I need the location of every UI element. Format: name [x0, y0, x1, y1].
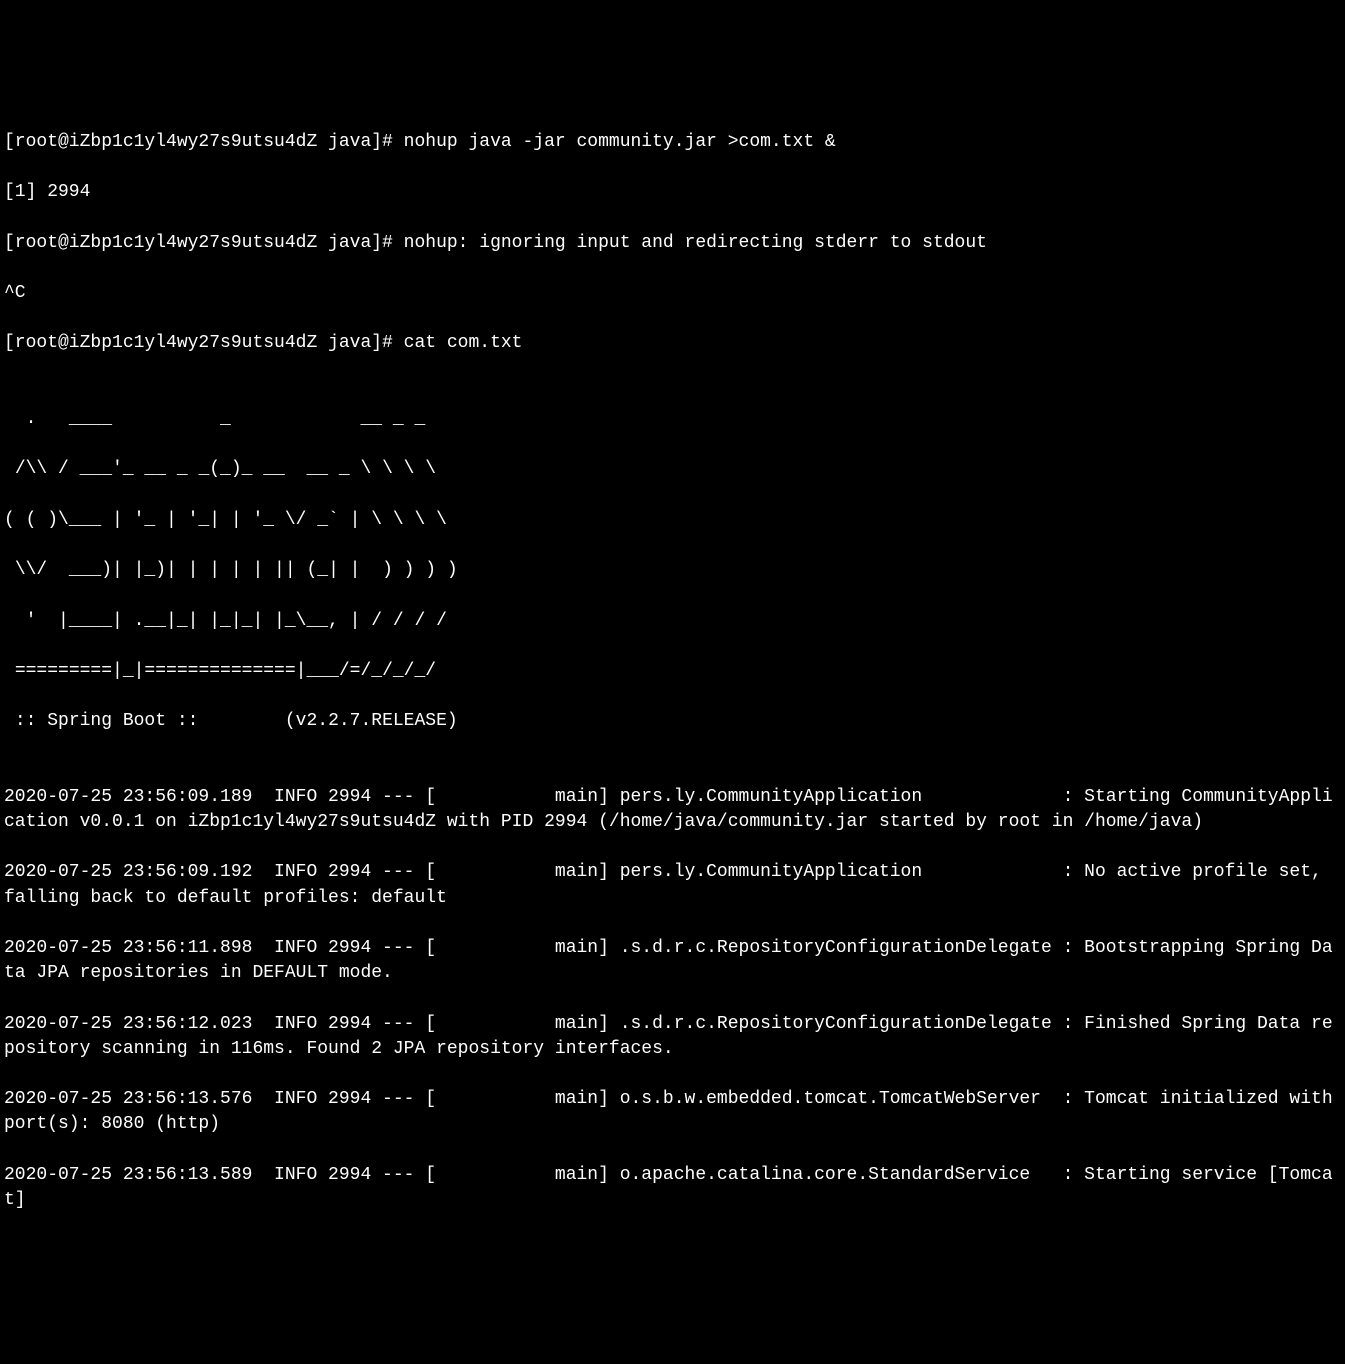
spring-banner-line: . ____ _ __ _ _: [4, 407, 1341, 432]
spring-banner-line: =========|_|==============|___/=/_/_/_/: [4, 659, 1341, 684]
terminal-line: [root@iZbp1c1yl4wy27s9utsu4dZ java]# noh…: [4, 130, 1341, 155]
terminal-line: [root@iZbp1c1yl4wy27s9utsu4dZ java]# cat…: [4, 331, 1341, 356]
log-line: 2020-07-25 23:56:11.898 INFO 2994 --- [ …: [4, 936, 1341, 986]
log-line: 2020-07-25 23:56:09.192 INFO 2994 --- [ …: [4, 860, 1341, 910]
spring-banner-line: /\\ / ___'_ __ _ _(_)_ __ __ _ \ \ \ \: [4, 457, 1341, 482]
terminal-line: [root@iZbp1c1yl4wy27s9utsu4dZ java]# noh…: [4, 231, 1341, 256]
spring-banner-line: ( ( )\___ | '_ | '_| | '_ \/ _` | \ \ \ …: [4, 508, 1341, 533]
log-line: 2020-07-25 23:56:13.589 INFO 2994 --- [ …: [4, 1163, 1341, 1213]
log-line: 2020-07-25 23:56:13.576 INFO 2994 --- [ …: [4, 1087, 1341, 1137]
terminal-output[interactable]: [root@iZbp1c1yl4wy27s9utsu4dZ java]# noh…: [4, 105, 1341, 1238]
spring-banner-line: \\/ ___)| |_)| | | | | || (_| | ) ) ) ): [4, 558, 1341, 583]
spring-banner-line: ' |____| .__|_| |_|_| |_\__, | / / / /: [4, 609, 1341, 634]
terminal-line: [1] 2994: [4, 180, 1341, 205]
log-line: 2020-07-25 23:56:09.189 INFO 2994 --- [ …: [4, 785, 1341, 835]
log-line: 2020-07-25 23:56:12.023 INFO 2994 --- [ …: [4, 1012, 1341, 1062]
spring-boot-version-line: :: Spring Boot :: (v2.2.7.RELEASE): [4, 709, 1341, 734]
terminal-line: ^C: [4, 281, 1341, 306]
